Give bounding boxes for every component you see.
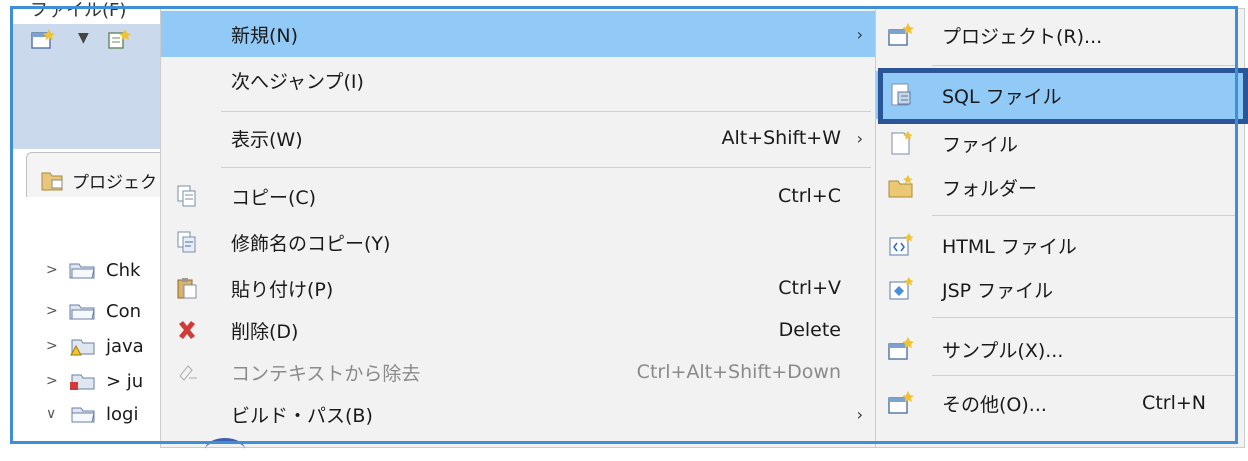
menu-item-label: コンテキストから除去 (231, 362, 421, 385)
menu-item-copy[interactable]: コピー(C) Ctrl+C (161, 173, 877, 219)
menu-item-label: 表示(W) (231, 128, 303, 151)
submenu-arrow-icon: › (856, 24, 863, 44)
expand-chevron-icon[interactable]: > (46, 262, 62, 278)
menu-item-label: 修飾名のコピー(Y) (231, 232, 391, 255)
menu-item-label: 貼り付け(P) (231, 278, 334, 301)
java-project-icon (71, 407, 95, 423)
submenu-item-other[interactable]: その他(O)... Ctrl+N (876, 379, 1244, 427)
menu-separator (932, 215, 1238, 216)
callout-highlight-box (878, 68, 1248, 124)
tree-row[interactable]: > Con (46, 296, 141, 326)
menu-separator (932, 375, 1238, 376)
menu-item-shortcut: Ctrl+N (1142, 392, 1206, 414)
example-icon (886, 334, 916, 364)
submenu-item-jsp-file[interactable]: JSP ファイル (876, 265, 1244, 313)
submenu-arrow-icon: › (856, 404, 863, 424)
expand-chevron-icon[interactable]: > (46, 338, 62, 354)
copy-qualified-name-icon (173, 228, 201, 256)
submenu-item-label: HTML ファイル (942, 235, 1077, 258)
submenu-item-label: フォルダー (942, 177, 1038, 200)
tree-item-label: logi (106, 403, 139, 425)
menu-separator (932, 65, 1238, 66)
tree-item-label: java (106, 335, 144, 357)
menu-item-build-path[interactable]: ビルド・パス(B) › (161, 391, 877, 437)
other-wizard-icon (886, 388, 916, 418)
menu-item-label: 次へジャンプ(I) (231, 70, 364, 93)
copy-icon (173, 182, 201, 210)
menu-separator (221, 167, 871, 168)
menu-item-label: 新規(N) (231, 24, 299, 47)
new-wizard-icon[interactable] (30, 28, 56, 50)
jsp-file-icon (886, 274, 916, 304)
menu-separator (221, 111, 871, 112)
menu-item-label: 削除(D) (231, 320, 299, 343)
submenu-item-label: ファイル (942, 133, 1019, 156)
tree-item-label: Con (106, 300, 141, 322)
collapse-chevron-icon[interactable]: ∨ (46, 406, 62, 422)
submenu-item-file[interactable]: ファイル (876, 119, 1244, 167)
menu-item-shortcut: Alt+Shift+W (721, 127, 841, 149)
menu-item-shortcut: Ctrl+C (778, 185, 841, 207)
tree-item-label: Chk (106, 259, 141, 281)
dropdown-arrow-icon[interactable]: ▼ (78, 30, 89, 52)
project-folder-icon (69, 304, 95, 320)
menu-item-shortcut: Ctrl+V (778, 277, 841, 299)
project-folder-icon (69, 263, 95, 279)
menu-item-copy-qualified-name[interactable]: 修飾名のコピー(Y) (161, 219, 877, 265)
menu-item-go-into[interactable]: 次へジャンプ(I) (161, 57, 877, 103)
new-project-icon (886, 20, 916, 50)
menu-item-paste[interactable]: 貼り付け(P) Ctrl+V (161, 265, 877, 311)
expand-chevron-icon[interactable]: > (46, 373, 62, 389)
menu-separator (932, 317, 1238, 318)
html-file-icon (886, 230, 916, 260)
java-project-error-icon (70, 374, 95, 390)
expand-chevron-icon[interactable]: > (46, 303, 62, 319)
submenu-item-html-file[interactable]: HTML ファイル (876, 221, 1244, 269)
project-explorer-label: プロジェク (72, 173, 157, 193)
tree-row[interactable]: ∨ logi (46, 399, 138, 429)
tree-row[interactable]: > java (46, 331, 144, 361)
context-menu: 新規(N) › 次へジャンプ(I) 表示(W) Alt+Shift+W › コピ… (160, 8, 878, 448)
menubar: ファイル(F) (0, 0, 165, 24)
new-file-icon (886, 128, 916, 158)
menu-item-delete[interactable]: 削除(D) Delete (161, 307, 877, 353)
submenu-item-label: JSP ファイル (942, 279, 1054, 302)
menu-item-show-in[interactable]: 表示(W) Alt+Shift+W › (161, 115, 877, 161)
new-class-icon[interactable] (106, 28, 132, 50)
tree-row[interactable]: > Chk (46, 255, 140, 285)
annotation-arc (205, 438, 245, 461)
menu-item-label: ビルド・パス(B) (231, 404, 373, 427)
paste-icon (173, 274, 201, 302)
submenu-item-label: その他(O)... (942, 393, 1047, 416)
project-explorer-icon (41, 172, 63, 191)
ide-window: ファイル(F) ▼ プロジェク > Chk > Con > java > > j… (0, 0, 167, 449)
java-project-warning-icon (70, 339, 95, 356)
new-folder-icon (886, 172, 916, 202)
menu-item-shortcut: Delete (778, 319, 841, 341)
tree-row[interactable]: > > ju (46, 366, 143, 396)
tree-item-label: > ju (106, 370, 144, 392)
menu-item-label: コピー(C) (231, 186, 317, 209)
submenu-item-label: サンプル(X)... (942, 339, 1064, 362)
menu-item-new[interactable]: 新規(N) › (161, 11, 877, 57)
menu-item-shortcut: Ctrl+Alt+Shift+Down (636, 361, 841, 383)
remove-context-icon (173, 358, 201, 386)
submenu-item-folder[interactable]: フォルダー (876, 163, 1244, 211)
menu-file[interactable]: ファイル(F) (30, 0, 126, 22)
delete-icon (173, 316, 201, 344)
submenu-item-label: プロジェクト(R)... (942, 25, 1103, 48)
submenu-item-project[interactable]: プロジェクト(R)... (876, 11, 1244, 59)
submenu-item-example[interactable]: サンプル(X)... (876, 325, 1244, 373)
submenu-arrow-icon: › (856, 128, 863, 148)
menu-item-remove-from-context[interactable]: コンテキストから除去 Ctrl+Alt+Shift+Down (161, 349, 877, 395)
